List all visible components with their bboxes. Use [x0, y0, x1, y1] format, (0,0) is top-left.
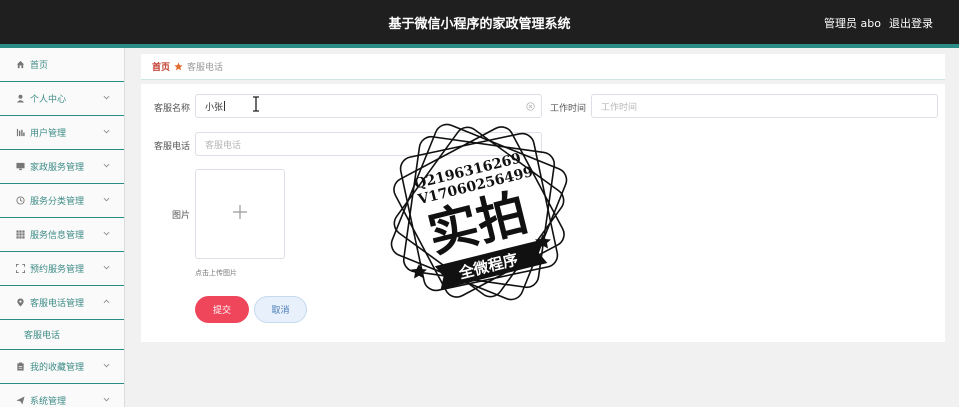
sidebar-item-label: 个人中心 — [30, 95, 67, 105]
chevron-up-icon — [103, 298, 110, 308]
monitor-icon — [15, 162, 25, 172]
location-pin-icon — [15, 298, 25, 308]
accent-bar — [0, 44, 959, 48]
app-title: 基于微信小程序的家政管理系统 — [388, 17, 571, 32]
sidebar-item-service-info[interactable]: 服务信息管理 — [0, 218, 124, 252]
watermark-stamp: Q2196316269 V17060256499 实拍 全微程序 — [390, 123, 568, 301]
logout-button[interactable]: 退出登录 — [889, 15, 933, 31]
sidebar-item-label: 服务分类管理 — [30, 197, 85, 207]
chevron-down-icon — [103, 362, 110, 372]
chevron-down-icon — [103, 230, 110, 240]
sidebar-item-service-category[interactable]: 服务分类管理 — [0, 184, 124, 218]
image-label: 图片 — [172, 211, 191, 221]
sidebar-item-label: 服务信息管理 — [30, 231, 85, 241]
name-label: 客服名称 — [154, 104, 191, 114]
clock-icon — [15, 196, 25, 206]
chevron-down-icon — [103, 396, 110, 406]
work-time-input[interactable]: 工作时间 — [591, 94, 938, 118]
sidebar-item-label: 预约服务管理 — [30, 265, 85, 275]
sidebar-item-label: 客服电话管理 — [30, 299, 85, 309]
chevron-down-icon — [103, 264, 110, 274]
user-label: 管理员 abo — [824, 17, 881, 30]
phone-label: 客服电话 — [154, 142, 191, 152]
home-icon — [15, 60, 25, 70]
plus-icon — [232, 204, 248, 224]
text-caret — [224, 101, 226, 111]
sidebar-item-service-phone[interactable]: 客服电话管理 — [0, 286, 124, 320]
clipboard-icon — [15, 362, 25, 372]
sidebar-item-label: 家政服务管理 — [30, 163, 85, 173]
frame-icon — [15, 264, 25, 274]
text-cursor-icon — [253, 96, 259, 112]
top-bar: 基于微信小程序的家政管理系统 管理员 abo 退出登录 — [0, 0, 959, 44]
breadcrumb-home[interactable]: 首页 — [152, 60, 170, 73]
cancel-button[interactable]: 取消 — [254, 296, 307, 323]
sidebar-item-label: 首页 — [30, 61, 49, 71]
sidebar-item-housekeeping-service[interactable]: 家政服务管理 — [0, 150, 124, 184]
sidebar-subitem-service-phone[interactable]: 客服电话 — [0, 320, 124, 350]
chevron-down-icon — [103, 162, 110, 172]
grid-icon — [15, 230, 25, 240]
bar-chart-icon — [15, 128, 25, 138]
chevron-down-icon — [103, 196, 110, 206]
sidebar-item-label: 系统管理 — [30, 397, 67, 407]
user-icon — [15, 94, 25, 104]
breadcrumb-separator-icon — [174, 62, 183, 71]
sidebar-item-home[interactable]: 首页 — [0, 48, 124, 82]
clear-icon[interactable] — [526, 102, 535, 111]
sidebar-item-booking-service[interactable]: 预约服务管理 — [0, 252, 124, 286]
upload-hint: 点击上传图片 — [195, 269, 237, 277]
send-icon — [15, 396, 25, 406]
breadcrumb-current: 客服电话 — [187, 63, 224, 73]
sidebar-item-personal-center[interactable]: 个人中心 — [0, 82, 124, 116]
work-time-label: 工作时间 — [550, 104, 587, 114]
chevron-down-icon — [103, 128, 110, 138]
image-upload[interactable] — [195, 169, 285, 259]
submit-button[interactable]: 提交 — [195, 296, 249, 323]
chevron-down-icon — [103, 94, 110, 104]
breadcrumb: 首页 客服电话 — [141, 54, 945, 80]
sidebar-item-user-management[interactable]: 用户管理 — [0, 116, 124, 150]
sidebar-item-label: 用户管理 — [30, 129, 67, 139]
name-value: 小张 — [205, 102, 224, 113]
sidebar-item-system[interactable]: 系统管理 — [0, 384, 124, 407]
sidebar: 首页 个人中心 用户管理 家政服务管理 服务分类管理 服务信息管理 预约服务管理… — [0, 48, 125, 407]
name-input[interactable]: 小张 — [195, 94, 542, 118]
sidebar-item-favorites[interactable]: 我的收藏管理 — [0, 350, 124, 384]
sidebar-item-label: 我的收藏管理 — [30, 363, 85, 373]
